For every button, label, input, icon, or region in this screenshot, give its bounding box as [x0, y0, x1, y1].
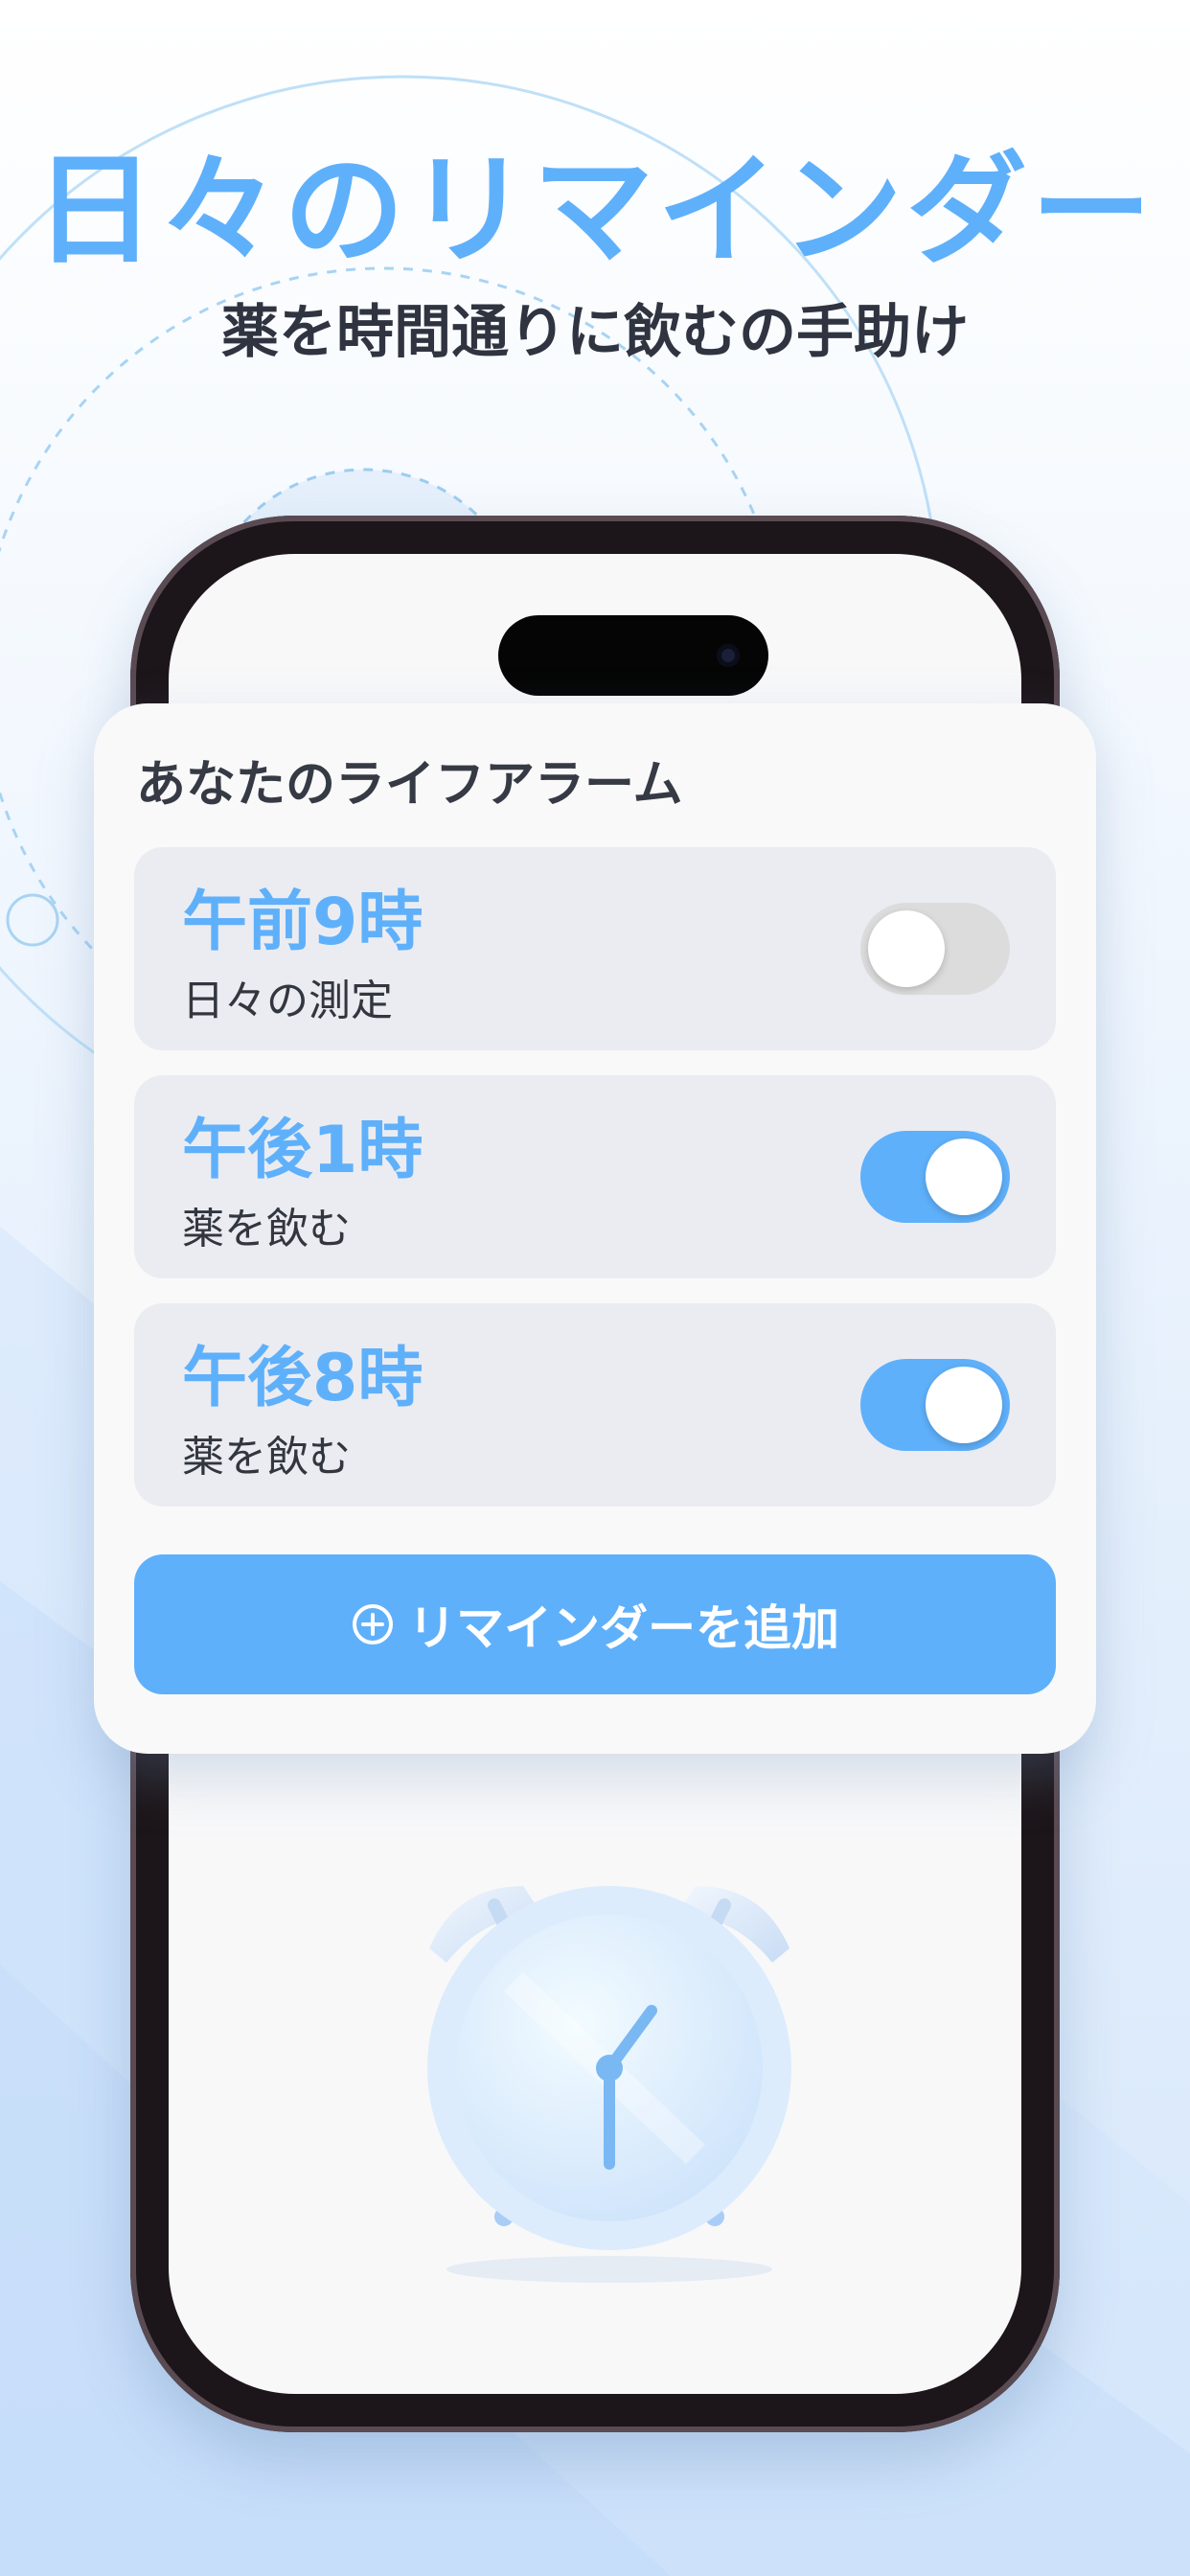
alarm-toggle[interactable] [860, 903, 1010, 995]
alarm-label: 薬を飲む [182, 1433, 351, 1482]
alarm-label: 薬を飲む [182, 1205, 351, 1254]
alarm-card: あなたのライフアラーム 午前9時 日々の測定 午後1時 薬を飲む 午後8時 薬を… [94, 703, 1096, 1754]
toggle-knob [926, 1367, 1002, 1443]
alarm-label: 日々の測定 [182, 977, 393, 1025]
promo-subheadline: 薬を時間通りに飲むの手助け [221, 299, 969, 366]
alarm-row-1pm[interactable]: 午後1時 薬を飲む [134, 1075, 1056, 1278]
camera-lens [717, 644, 740, 667]
add-reminder-button[interactable]: リマインダーを追加 [134, 1554, 1056, 1694]
alarm-row-9am[interactable]: 午前9時 日々の測定 [134, 847, 1056, 1050]
promo-headline: 日々のリマインダー [34, 140, 1156, 281]
alarm-time: 午後1時 [182, 1113, 423, 1188]
plus-circle-icon [353, 1604, 393, 1644]
add-reminder-label: リマインダーを追加 [408, 1600, 839, 1656]
alarm-time: 午後8時 [182, 1341, 423, 1416]
alarm-toggle[interactable] [860, 1131, 1010, 1223]
toggle-knob [868, 910, 945, 987]
alarm-toggle[interactable] [860, 1359, 1010, 1451]
card-title: あなたのライフアラーム [136, 756, 683, 814]
toggle-knob [926, 1138, 1002, 1215]
alarm-row-8pm[interactable]: 午後8時 薬を飲む [134, 1303, 1056, 1506]
dynamic-island [498, 615, 768, 696]
alarm-clock-icon [418, 1848, 801, 2292]
alarm-time: 午前9時 [182, 885, 423, 960]
